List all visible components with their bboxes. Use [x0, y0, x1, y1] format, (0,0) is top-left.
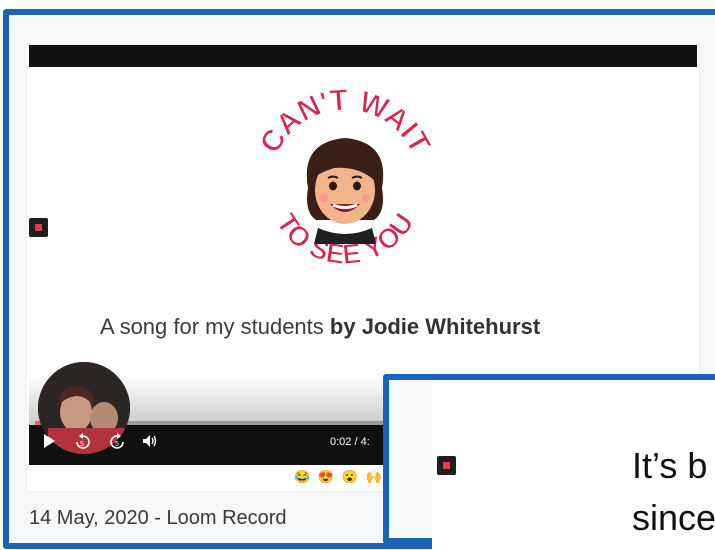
front-line-2: since: [632, 497, 715, 538]
bitmoji-sticker: CAN'T WAIT TO SEE YOU: [253, 83, 437, 270]
svg-text:5: 5: [115, 441, 119, 448]
reaction-raised-hands[interactable]: 🙌: [365, 469, 383, 484]
reaction-laugh[interactable]: 😂: [294, 469, 312, 484]
forward-5-icon[interactable]: 5: [108, 433, 126, 455]
volume-icon[interactable]: [142, 433, 158, 453]
video-top-bar: [29, 45, 697, 67]
svg-text:5: 5: [80, 441, 84, 448]
front-line-1: It’s b: [632, 445, 708, 486]
reaction-bar: 😂 😍 😮 🙌: [294, 469, 384, 485]
front-card-text: It’s b since: [632, 440, 715, 544]
play-icon[interactable]: [42, 433, 56, 453]
time-display: 0:02 / 4:: [330, 436, 370, 448]
subtitle-text: A song for my students: [100, 314, 330, 339]
recording-caption[interactable]: 14 May, 2020 - Loom Record: [29, 507, 287, 530]
reaction-heart-eyes[interactable]: 😍: [318, 469, 336, 484]
video-subtitle: A song for my students by Jodie Whitehur…: [100, 314, 660, 340]
subtitle-author: by Jodie Whitehurst: [329, 314, 541, 339]
record-marker-icon: [29, 218, 48, 237]
rewind-5-icon[interactable]: 5: [74, 433, 92, 455]
reaction-wow[interactable]: 😮: [342, 469, 360, 484]
record-marker-icon-2: [437, 456, 456, 475]
